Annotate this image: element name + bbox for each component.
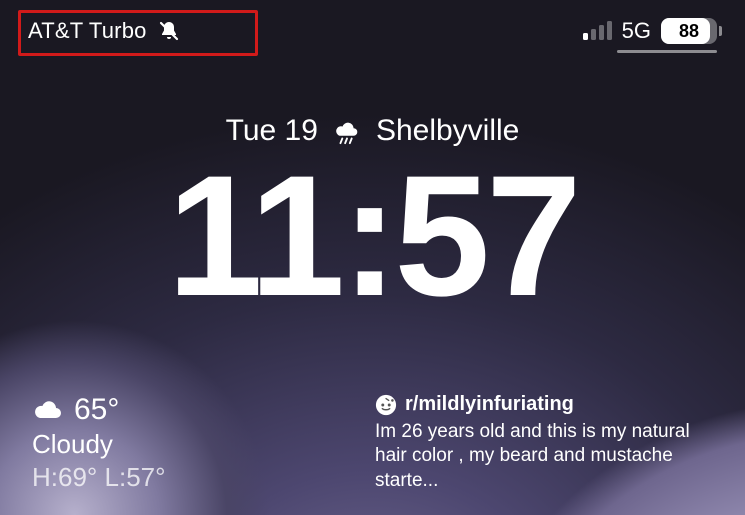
carrier-label: AT&T Turbo bbox=[28, 18, 147, 44]
clock-time[interactable]: 11:57 bbox=[0, 150, 745, 322]
status-underline bbox=[617, 50, 717, 53]
weather-hi-lo: H:69° L:57° bbox=[32, 462, 166, 493]
signal-strength-icon bbox=[583, 22, 612, 40]
notification-title: r/mildlyinfuriating bbox=[405, 393, 574, 416]
weather-temp: 65° bbox=[74, 393, 119, 427]
status-bar: AT&T Turbo 5G 88 bbox=[0, 0, 745, 56]
battery-percent: 88 bbox=[661, 21, 717, 42]
status-right: 5G 88 bbox=[583, 18, 717, 53]
cloud-icon bbox=[32, 398, 64, 422]
notification-body: Im 26 years old and this is my natural h… bbox=[375, 420, 705, 493]
status-left: AT&T Turbo bbox=[28, 18, 181, 44]
silent-bell-icon bbox=[157, 19, 181, 43]
network-type: 5G bbox=[622, 18, 651, 44]
battery-indicator: 88 bbox=[661, 18, 717, 44]
status-icons: 5G 88 bbox=[583, 18, 717, 44]
notification-widget[interactable]: r/mildlyinfuriating Im 26 years old and … bbox=[375, 393, 705, 493]
weather-condition: Cloudy bbox=[32, 429, 166, 460]
widgets-row: 65° Cloudy H:69° L:57° r/mildlyinfuri bbox=[32, 393, 705, 493]
weather-widget[interactable]: 65° Cloudy H:69° L:57° bbox=[32, 393, 166, 493]
reddit-icon bbox=[375, 394, 397, 416]
lock-screen: AT&T Turbo 5G 88 bbox=[0, 0, 745, 515]
